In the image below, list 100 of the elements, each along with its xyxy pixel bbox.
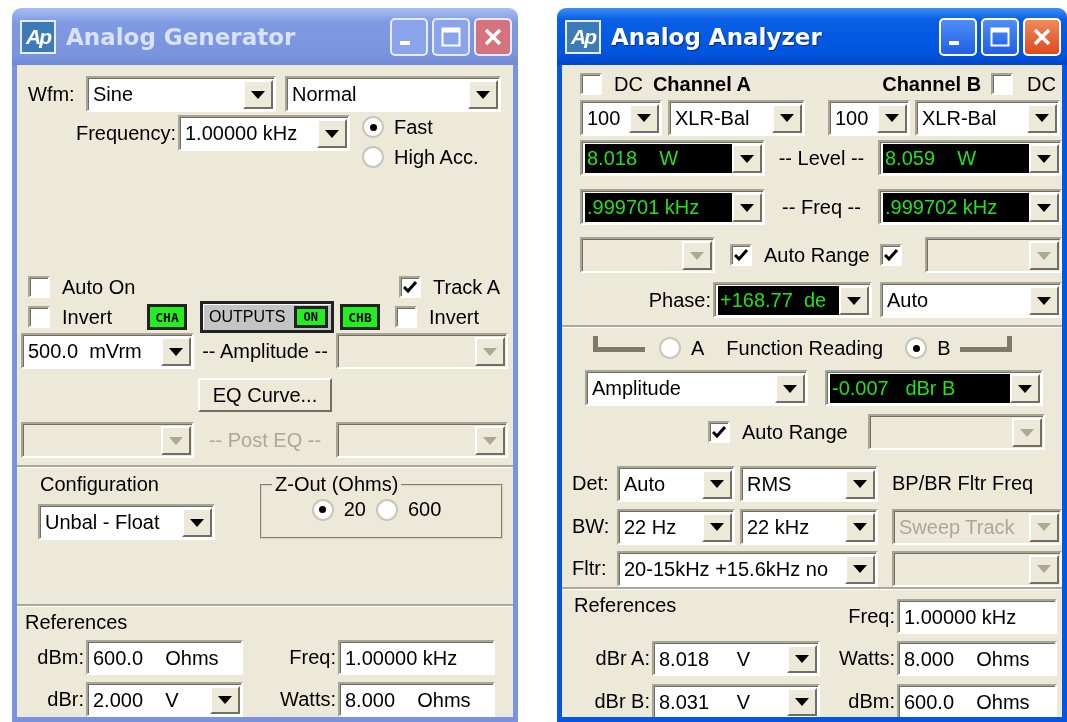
close-button[interactable] <box>474 17 512 56</box>
label: Freq: <box>847 604 896 628</box>
label: Freq: <box>288 646 337 669</box>
checkbox[interactable] <box>399 276 421 298</box>
dropdown[interactable]: 2.000 V <box>86 682 243 717</box>
radio-button[interactable] <box>375 498 398 521</box>
group-label: Z-Out (Ohms) <box>274 473 400 496</box>
label: Det: <box>572 472 610 495</box>
caret-icon <box>218 696 232 704</box>
checkbox[interactable] <box>708 421 730 443</box>
dropdown-button[interactable] <box>702 512 732 542</box>
channel-indicator: CHA <box>147 304 187 330</box>
dropdown[interactable]: Amplitude <box>585 370 808 406</box>
dropdown-button[interactable] <box>317 119 347 148</box>
dropdown-button[interactable] <box>1029 286 1059 315</box>
eq-curve-button[interactable]: EQ Curve... <box>198 378 332 412</box>
dropdown[interactable]: 1.00000 kHz <box>178 115 350 151</box>
readout-dropdown[interactable]: +168.77 de <box>713 282 872 318</box>
radio-button[interactable] <box>905 337 928 359</box>
dropdown[interactable]: 100 <box>828 99 910 136</box>
dropdown-button[interactable] <box>468 80 498 109</box>
text-field[interactable]: 1.00000 kHz <box>897 598 1057 634</box>
dropdown[interactable]: Normal <box>285 76 501 112</box>
dropdown-button[interactable] <box>243 80 273 109</box>
label: -- Freq -- <box>781 195 862 219</box>
dropdown-button[interactable] <box>629 103 659 133</box>
dropdown-button[interactable] <box>772 103 802 133</box>
checkbox-label: DC <box>614 72 643 96</box>
caret-icon <box>885 114 899 122</box>
dropdown[interactable]: RMS <box>740 465 878 502</box>
label: dBm: <box>36 646 85 669</box>
radio-button[interactable] <box>362 146 384 168</box>
dropdown[interactable]: 8.018 V <box>652 641 820 676</box>
dropdown-button[interactable] <box>210 686 240 714</box>
label: Fltr: <box>572 557 608 580</box>
checkbox[interactable] <box>879 244 902 266</box>
channel-title: Channel A <box>652 72 752 96</box>
dropdown[interactable]: Unbal - Float <box>38 504 215 540</box>
caret-icon <box>190 518 204 527</box>
radio-button[interactable] <box>659 337 681 359</box>
dropdown-button[interactable] <box>182 508 212 537</box>
checkbox[interactable] <box>28 276 50 298</box>
dropdown[interactable]: 8.031 V <box>652 683 820 717</box>
text-field[interactable]: 600.0 Ohms <box>86 640 243 675</box>
dropdown[interactable]: 500.0 mVrm <box>21 333 194 369</box>
dropdown-button[interactable] <box>702 469 732 499</box>
dropdown-button[interactable] <box>845 512 875 542</box>
dropdown-button[interactable] <box>1029 193 1059 222</box>
text-field[interactable]: 600.0 Ohms <box>897 683 1057 717</box>
caret-icon <box>853 480 867 488</box>
dropdown-button[interactable] <box>845 469 875 499</box>
label: Watts: <box>279 688 337 711</box>
dropdown-button[interactable] <box>1029 144 1059 173</box>
checkbox-label: Track A <box>433 275 501 299</box>
radio-button[interactable] <box>362 116 384 138</box>
outputs-button[interactable]: OUTPUTS ON <box>200 301 334 333</box>
text-field[interactable]: 8.000 Ohms <box>338 682 495 717</box>
checkbox-label: DC <box>1027 72 1056 96</box>
readout-dropdown[interactable]: -0.007 dBr B <box>825 370 1043 406</box>
dropdown[interactable]: 20-15kHz +15.6kHz no <box>617 550 878 587</box>
radio-button[interactable] <box>311 498 334 521</box>
dropdown[interactable]: 22 Hz <box>617 508 735 545</box>
readout-dropdown[interactable]: 8.018 W <box>580 140 765 176</box>
caret-icon <box>847 296 861 305</box>
dropdown-button[interactable] <box>787 687 817 716</box>
dropdown-button[interactable] <box>1027 103 1057 133</box>
checkbox[interactable] <box>28 306 50 328</box>
label: BW: <box>572 515 611 538</box>
section-title: References <box>24 611 129 635</box>
readout-dropdown[interactable]: .999701 kHz <box>580 189 765 225</box>
text-field[interactable]: 8.000 Ohms <box>897 641 1057 676</box>
dropdown-button[interactable] <box>732 193 762 222</box>
readout-dropdown[interactable]: .999702 kHz <box>878 189 1062 225</box>
checkbox[interactable] <box>580 73 602 95</box>
dropdown-button[interactable] <box>877 103 907 133</box>
caret-icon <box>710 480 724 488</box>
dropdown-button[interactable] <box>1010 374 1040 403</box>
caret-icon <box>251 90 265 99</box>
dropdown[interactable]: 100 <box>580 99 662 136</box>
dropdown[interactable]: Auto <box>880 282 1062 318</box>
dropdown[interactable]: 22 kHz <box>740 508 878 545</box>
dropdown-button[interactable] <box>839 286 869 315</box>
dropdown-button[interactable] <box>161 337 191 366</box>
checkbox[interactable] <box>991 73 1014 95</box>
dropdown-button[interactable] <box>787 645 817 673</box>
caret-icon <box>1018 384 1032 393</box>
dropdown-button[interactable] <box>732 144 762 173</box>
caret-icon <box>853 565 867 573</box>
checkbox[interactable] <box>395 306 417 328</box>
text-field[interactable]: 1.00000 kHz <box>338 640 495 675</box>
radio-label: A <box>691 336 705 360</box>
dropdown[interactable]: XLR-Bal <box>668 99 805 136</box>
dropdown-button[interactable] <box>775 374 805 403</box>
dropdown[interactable]: Auto <box>617 465 735 502</box>
dropdown-button[interactable] <box>845 554 875 584</box>
dropdown[interactable]: Sine <box>86 76 276 112</box>
readout-dropdown[interactable]: 8.059 W <box>878 140 1062 176</box>
dropdown[interactable]: XLR-Bal <box>915 99 1060 136</box>
checkbox[interactable] <box>730 244 752 266</box>
caret-icon <box>853 523 867 531</box>
